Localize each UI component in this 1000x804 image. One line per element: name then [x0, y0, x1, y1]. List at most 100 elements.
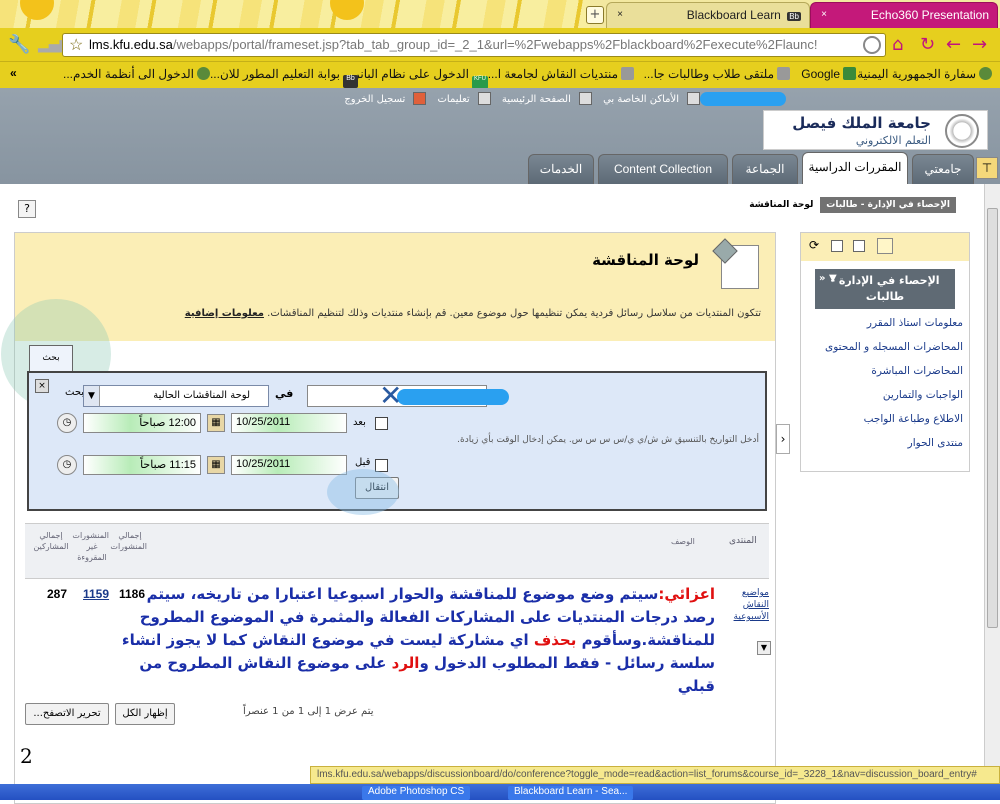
- address-bar[interactable]: ☆ lms.kfu.edu.sa/webapps/portal/frameset…: [62, 33, 886, 57]
- close-icon[interactable]: ×: [35, 379, 49, 393]
- google-icon: [843, 67, 856, 80]
- participants-value: 287: [47, 587, 68, 601]
- refresh-icon[interactable]: ⟳: [809, 238, 821, 252]
- tab-courses[interactable]: المقررات الدراسية: [802, 152, 908, 184]
- chevron-down-icon: ▼: [84, 386, 100, 406]
- menu-item-instructor[interactable]: معلومات استاذ المقرر: [867, 317, 963, 329]
- bookmark-item[interactable]: Bbبوابة التعليم المطور للان...: [210, 67, 358, 88]
- breadcrumb-course[interactable]: الإحصاء في الإدارة - طالبات: [820, 197, 956, 213]
- new-tab-button[interactable]: +: [586, 6, 604, 24]
- redacted-search-text: [397, 389, 509, 405]
- forward-icon[interactable]: →: [972, 34, 987, 55]
- col-unread-posts[interactable]: المنشورات غير المقروءة: [72, 530, 109, 563]
- bookmark-item[interactable]: Google: [801, 67, 856, 81]
- help-button[interactable]: ?: [18, 200, 36, 218]
- bookmark-item[interactable]: ملتقى طلاب وطالبات جا...: [644, 67, 790, 81]
- after-date-input[interactable]: 10/25/2011: [231, 413, 347, 433]
- forum-table-header: المنتدى الوصف إجمالي المنشورات المنشورات…: [25, 523, 769, 579]
- bookmark-star-icon[interactable]: ☆: [69, 35, 83, 55]
- bookmarks-overflow-icon[interactable]: »: [10, 66, 17, 80]
- tab-label: Blackboard Learn: [686, 8, 781, 22]
- col-participants[interactable]: إجمالي المشاركين: [31, 530, 71, 552]
- link-help[interactable]: تعليمات: [438, 94, 470, 105]
- status-bar: lms.kfu.edu.sa/webapps/discussionboard/d…: [310, 766, 1000, 784]
- blackboard-icon: Bb: [787, 12, 801, 21]
- page-icon: [777, 67, 790, 80]
- before-date-input[interactable]: 10/25/2011: [231, 455, 347, 475]
- cursor-mark-icon: ✕: [379, 379, 403, 412]
- paging-bar: تحرير الاتصفح... إظهار الكل يتم عرض 1 إل…: [25, 701, 769, 731]
- show-all-button[interactable]: إظهار الكل: [115, 703, 175, 725]
- page-number: 2: [20, 744, 33, 768]
- bookmark-item[interactable]: الدخول الى أنظمة الخدم...: [63, 67, 210, 81]
- url-domain: lms.kfu.edu.sa: [89, 37, 173, 52]
- globe-icon: [197, 67, 210, 80]
- tab-my-institution[interactable]: جامعتي: [912, 154, 974, 184]
- tab-content-collection[interactable]: Content Collection: [598, 154, 728, 184]
- calendar-icon[interactable]: ▦: [207, 414, 225, 432]
- tab-services[interactable]: الخدمات: [528, 154, 594, 184]
- page-description: تتكون المنتديات من سلاسل رسائل فردية يمك…: [184, 308, 761, 319]
- course-title[interactable]: ▼ « الإحصاء في الإدارة - طالبات: [815, 269, 955, 309]
- edit-paging-button[interactable]: تحرير الاتصفح...: [25, 703, 109, 725]
- list-view-icon[interactable]: [877, 238, 893, 254]
- forum-scope-select[interactable]: ▼ لوحة المناقشات الحالية: [83, 385, 269, 407]
- total-posts-value: 1186: [119, 587, 146, 601]
- page-icon: [863, 36, 881, 54]
- collapse-arrows-icon[interactable]: ▼ «: [819, 271, 837, 287]
- window-icon[interactable]: [853, 240, 865, 252]
- university-logo: جامعة الملك فيصل التعلم الالكتروني: [763, 110, 988, 150]
- bookmark-item[interactable]: منتديات النقاش لجامعة ا...: [488, 67, 634, 81]
- help-icon: [477, 92, 491, 105]
- folder-view-icon[interactable]: [831, 240, 843, 252]
- close-tab-icon[interactable]: ×: [817, 8, 831, 22]
- page-header: لوحة المناقشة تتكون المنتديات من سلاسل ر…: [15, 233, 775, 341]
- link-logout[interactable]: تسجيل الخروج: [344, 94, 405, 105]
- menu-item-live-lectures[interactable]: المحاضرات المباشرة: [871, 365, 963, 377]
- more-info-link[interactable]: معلومات إضافية: [185, 308, 264, 319]
- link-my-places[interactable]: الأماكن الخاصة بي: [603, 94, 679, 105]
- menu-item-recorded-lectures[interactable]: المحاضرات المسجله و المحتوى: [825, 341, 963, 353]
- back-icon[interactable]: ←: [946, 34, 961, 55]
- col-total-posts[interactable]: إجمالي المنشورات: [110, 530, 147, 552]
- menu-item-discussion-forum[interactable]: منتدى الحوار: [908, 437, 963, 449]
- col-description: الوصف: [671, 537, 695, 546]
- after-time-input[interactable]: 12:00 صباحاً: [83, 413, 201, 433]
- date-format-hint: أدخل التواريخ بالتنسيق ش ش/ي ي/س س س س. …: [457, 435, 759, 445]
- chevron-down-icon[interactable]: ▼: [757, 641, 771, 655]
- search-tab[interactable]: بحث: [29, 345, 73, 371]
- after-checkbox[interactable]: [375, 417, 388, 430]
- calendar-icon[interactable]: ▦: [207, 456, 225, 474]
- clock-icon[interactable]: ◷: [57, 455, 77, 475]
- tab-blackboard[interactable]: × Blackboard Learn Bb: [606, 2, 810, 28]
- unread-posts-link[interactable]: 1159: [83, 587, 109, 601]
- vertical-scrollbar[interactable]: [984, 184, 1000, 766]
- menu-item-view-print-assignment[interactable]: الاطلاع وطباعة الواجب: [864, 413, 963, 425]
- clock-icon[interactable]: ◷: [57, 413, 77, 433]
- bookmark-item[interactable]: سفارة الجمهورية اليمنية...: [847, 67, 992, 81]
- wrench-icon[interactable]: 🔧: [8, 34, 30, 55]
- chevron-right-icon[interactable]: ›: [776, 424, 790, 454]
- bookmark-item[interactable]: KFUالدخول على نظام البانر: [354, 67, 488, 89]
- close-tab-icon[interactable]: ×: [613, 8, 627, 22]
- in-label: في: [275, 387, 294, 400]
- tab-community[interactable]: الجماعة: [732, 154, 798, 184]
- search-label: بحث: [65, 387, 85, 398]
- taskbar-item[interactable]: Adobe Photoshop CS: [362, 786, 471, 800]
- col-forum[interactable]: المنتدى: [729, 536, 757, 547]
- home-icon: [578, 92, 592, 105]
- forum-link[interactable]: مواضيع النقاش الأسبوعية: [719, 587, 769, 623]
- blackboard-icon: Bb: [343, 75, 358, 88]
- link-home[interactable]: الصفحة الرئيسية: [502, 94, 571, 105]
- reload-icon[interactable]: ↻: [920, 34, 935, 55]
- click-highlight: [327, 469, 399, 515]
- scrollbar-thumb[interactable]: [987, 208, 998, 628]
- before-time-input[interactable]: 11:15 صباحاً: [83, 455, 201, 475]
- menu-item-assignments[interactable]: الواجبات والتمارين: [883, 389, 963, 401]
- home-icon[interactable]: ⌂: [892, 34, 903, 55]
- page-icon: [621, 67, 634, 80]
- menu-toggle-icon[interactable]: ⊤: [976, 157, 998, 179]
- tab-echo360[interactable]: × Echo360 Presentation: [810, 2, 998, 28]
- breadcrumb: الإحصاء في الإدارة - طالبات لوحة المناقش…: [745, 197, 956, 213]
- taskbar-item[interactable]: Blackboard Learn - Sea...: [508, 786, 634, 800]
